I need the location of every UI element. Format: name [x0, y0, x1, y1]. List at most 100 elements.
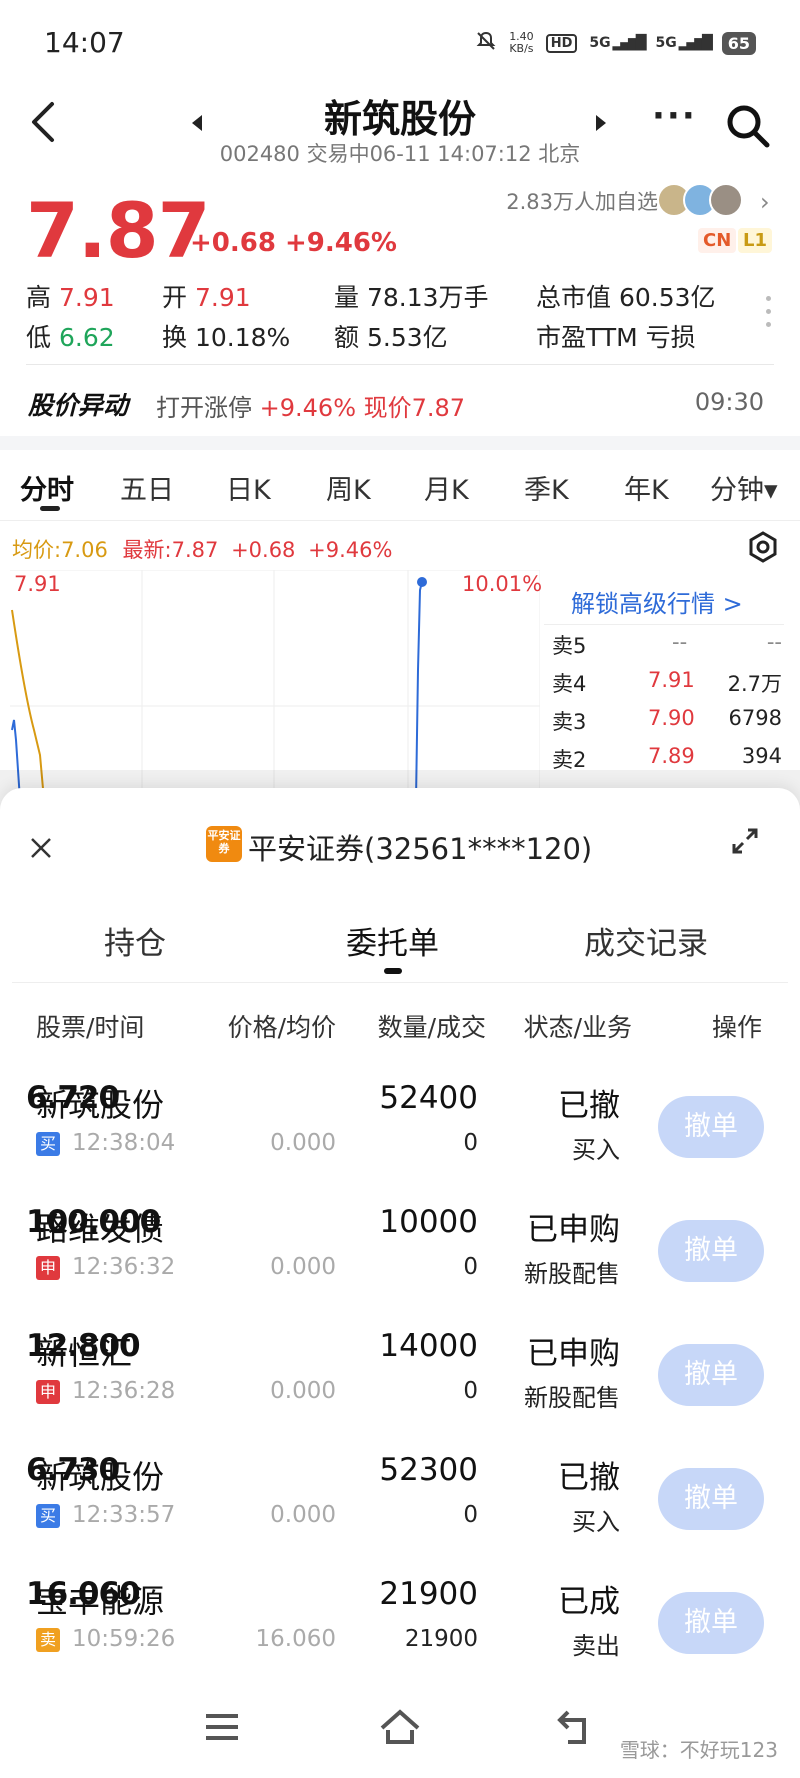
avg-price: 0.000: [270, 1130, 336, 1156]
order-type-tag: 申: [36, 1380, 60, 1404]
order-type-tag: 申: [36, 1256, 60, 1280]
back-arrow-icon: [557, 1710, 586, 1744]
alert-time: 09:30: [694, 388, 764, 416]
avg-price: 0.000: [270, 1502, 336, 1528]
order-row[interactable]: 新筑股份 买 12:38:04 6.720 0.000 52400 0 已撤 买…: [0, 1080, 800, 1204]
tab-yearly-k[interactable]: 年K: [624, 468, 669, 507]
home-button[interactable]: [378, 1708, 422, 1750]
price-change: +0.68 +9.46%: [190, 228, 397, 258]
order-time: 10:59:26: [72, 1626, 176, 1652]
order-book-row: 卖4 7.91 2.7万: [552, 668, 782, 696]
settings-icon: [749, 531, 777, 563]
clock: 14:07: [44, 26, 125, 59]
divider: [544, 624, 784, 625]
watermark: 雪球：不好玩123: [619, 1738, 778, 1762]
current-price: 7.87: [26, 186, 211, 275]
order-type-tag: 买: [36, 1504, 60, 1528]
order-book-row: 卖3 7.90 6798: [552, 706, 782, 734]
tab-five-day[interactable]: 五日: [120, 468, 174, 507]
latest-price-dot: [417, 577, 427, 587]
more-menu-button[interactable]: ···: [652, 96, 697, 136]
chart-settings-button[interactable]: [746, 530, 780, 568]
triangle-right-icon: [596, 115, 606, 131]
avg-price: 0.000: [270, 1378, 336, 1404]
cancel-order-button[interactable]: 撤单: [658, 1220, 764, 1282]
divider: [26, 364, 774, 365]
level-badge-l1[interactable]: L1: [738, 228, 772, 253]
order-status: 已成: [558, 1584, 620, 1620]
order-status: 已申购: [527, 1212, 620, 1248]
order-time: 12:36:32: [72, 1254, 176, 1280]
hd-icon: HD: [545, 33, 578, 53]
price-line-close: [415, 581, 423, 801]
tab-monthly-k[interactable]: 月K: [424, 468, 469, 507]
tab-trade-history[interactable]: 成交记录: [584, 918, 708, 963]
column-header-qty: 数量/成交: [377, 1013, 486, 1042]
order-price: 6.730: [26, 1452, 120, 1488]
tab-daily-k[interactable]: 日K: [226, 468, 271, 507]
avg-price: 0.000: [270, 1254, 336, 1280]
tab-orders[interactable]: 委托单: [346, 918, 439, 963]
avg-price: 16.060: [255, 1626, 336, 1652]
order-business: 卖出: [572, 1632, 620, 1660]
tab-weekly-k[interactable]: 周K: [326, 468, 371, 507]
recents-button[interactable]: [204, 1712, 240, 1746]
chevron-right-icon[interactable]: ›: [760, 188, 770, 216]
order-business: 新股配售: [524, 1384, 620, 1412]
watcher-avatars[interactable]: [656, 182, 748, 218]
order-type-tag: 买: [36, 1132, 60, 1156]
stat-market-cap: 总市值 60.53亿: [536, 283, 716, 312]
stat-volume: 量 78.13万手: [334, 283, 489, 312]
order-time: 12:36:28: [72, 1378, 176, 1404]
stat-high: 高 7.91: [26, 283, 115, 312]
stats-more-icon[interactable]: [766, 296, 772, 335]
filled-qty: 0: [463, 1130, 478, 1156]
cancel-order-button[interactable]: 撤单: [658, 1468, 764, 1530]
order-price: 12.800: [26, 1328, 141, 1364]
battery-icon: 65: [721, 31, 756, 55]
order-qty: 52400: [379, 1080, 478, 1116]
order-qty: 21900: [379, 1576, 478, 1612]
expand-sheet-button[interactable]: [730, 826, 760, 860]
alert-title: 股价异动: [28, 391, 129, 420]
order-time: 12:38:04: [72, 1130, 176, 1156]
order-row[interactable]: 新恒汇 申 12:36:28 12.800 0.000 14000 0 已申购 …: [0, 1328, 800, 1452]
unlock-advanced-quotes-link[interactable]: 解锁高级行情 >: [544, 574, 784, 624]
order-type-tag: 卖: [36, 1628, 60, 1652]
expand-icon: [732, 828, 758, 854]
home-icon: [380, 1709, 420, 1744]
legend-avg: 均价:7.06: [12, 538, 108, 562]
order-book-row: 卖5 -- --: [552, 630, 782, 658]
search-button[interactable]: [724, 102, 772, 154]
close-icon: [31, 838, 51, 858]
order-status: 已撤: [558, 1460, 620, 1496]
alert-text[interactable]: 打开涨停 +9.46% 现价7.87: [156, 388, 465, 423]
order-qty: 52300: [379, 1452, 478, 1488]
chart-grid: [10, 569, 541, 801]
order-row[interactable]: 路维发债 申 12:36:32 100.000 0.000 10000 0 已申…: [0, 1204, 800, 1328]
next-stock-button[interactable]: [594, 114, 608, 136]
filled-qty: 0: [463, 1378, 478, 1404]
order-qty: 10000: [379, 1204, 478, 1240]
cancel-order-button[interactable]: 撤单: [658, 1344, 764, 1406]
cancel-order-button[interactable]: 撤单: [658, 1096, 764, 1158]
system-back-button[interactable]: [556, 1708, 596, 1750]
column-header-stock: 股票/时间: [36, 1013, 145, 1042]
intraday-chart[interactable]: 7.91 10.01%: [10, 569, 542, 801]
broker-account[interactable]: 平安证券(32561****120): [248, 826, 592, 868]
order-row[interactable]: 宝丰能源 卖 10:59:26 16.060 16.060 21900 2190…: [0, 1576, 800, 1700]
tab-indicator: [384, 968, 402, 974]
order-row[interactable]: 新筑股份 买 12:33:57 6.730 0.000 52300 0 已撤 买…: [0, 1452, 800, 1576]
cancel-order-button[interactable]: 撤单: [658, 1592, 764, 1654]
tab-indicator: [40, 506, 60, 511]
tab-positions[interactable]: 持仓: [104, 918, 166, 963]
chart-tabs: 分时 五日 日K 周K 月K 季K 年K 分钟▾: [0, 462, 800, 520]
tab-quarterly-k[interactable]: 季K: [524, 468, 569, 507]
section-gap: [0, 436, 800, 450]
watchlist-count[interactable]: 2.83万人加自选: [506, 186, 658, 216]
close-sheet-button[interactable]: [28, 830, 54, 870]
tab-minute-dropdown[interactable]: 分钟▾: [710, 468, 778, 507]
column-header-action: 操作: [711, 1013, 762, 1042]
tab-intraday[interactable]: 分时: [20, 468, 74, 507]
order-price: 100.000: [26, 1204, 161, 1240]
